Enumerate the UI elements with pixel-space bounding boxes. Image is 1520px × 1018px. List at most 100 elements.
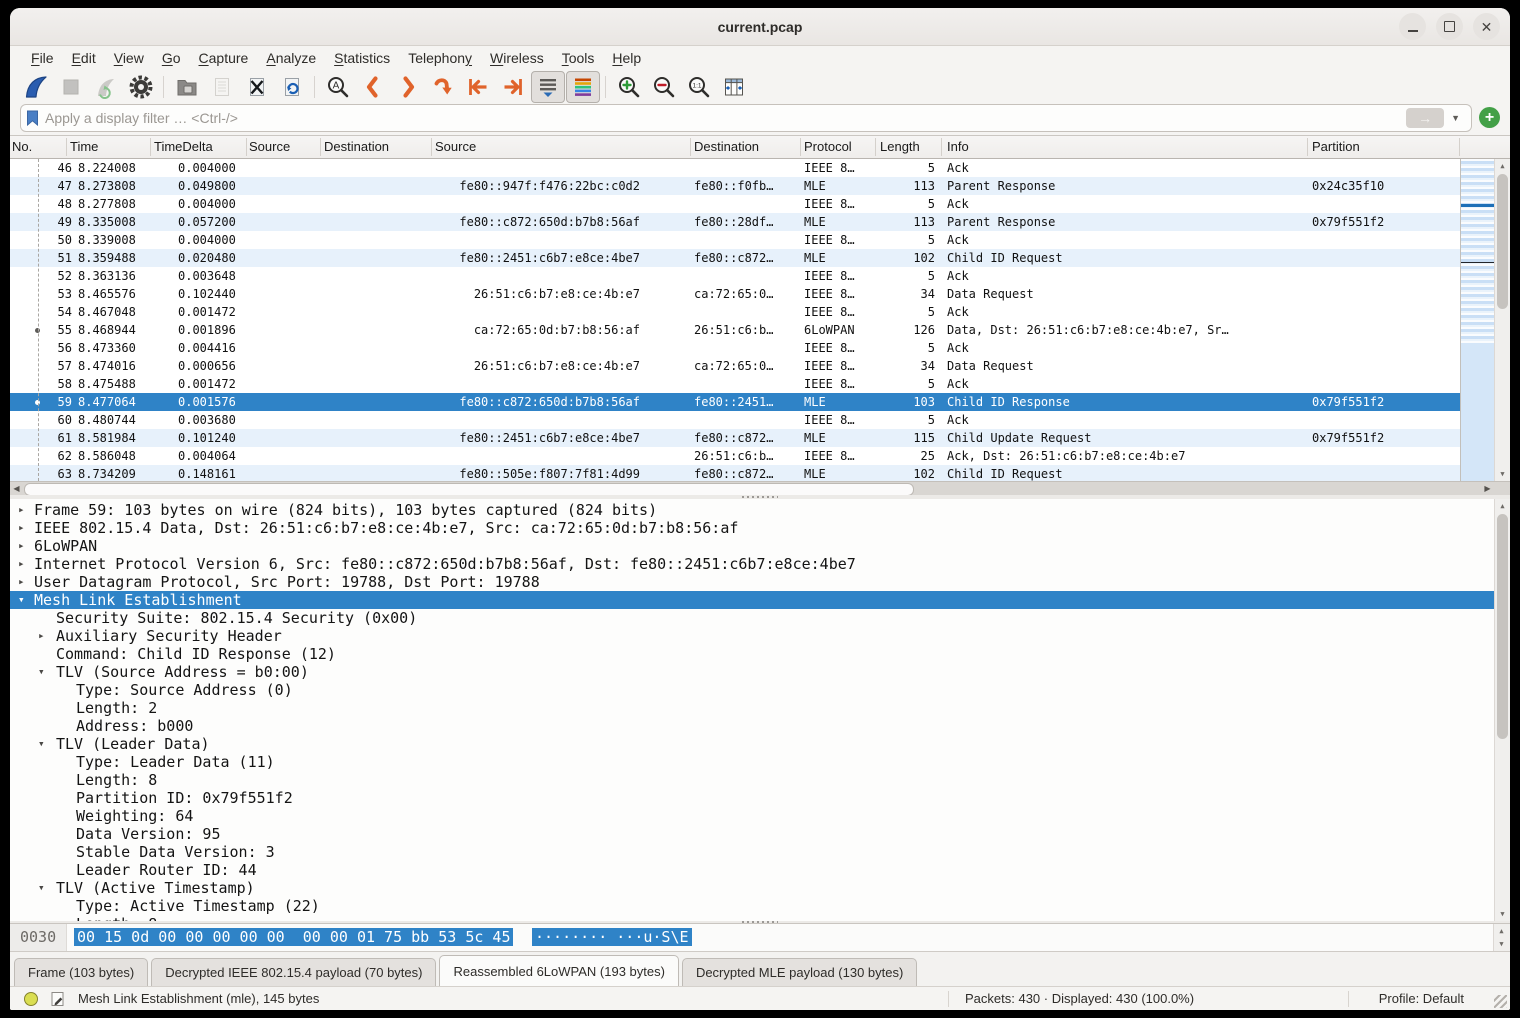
detail-line[interactable]: ▸Internet Protocol Version 6, Src: fe80:… [10, 555, 1494, 573]
menu-tools[interactable]: Tools [553, 48, 604, 68]
find-packet-button[interactable]: A [321, 71, 355, 103]
detail-line[interactable]: ▾TLV (Active Timestamp) [10, 879, 1494, 897]
column-header-timedelta-2[interactable]: TimeDelta [154, 139, 213, 154]
restart-capture-button[interactable] [89, 71, 123, 103]
packet-row-46[interactable]: 468.2240080.004000IEEE 8…5Ack [10, 159, 1460, 177]
expand-icon[interactable]: ▸ [18, 537, 25, 555]
packet-list-vscrollbar[interactable]: ▲ ▼ [1494, 159, 1510, 481]
stop-capture-button[interactable] [54, 71, 88, 103]
scroll-up-icon[interactable]: ▲ [1494, 924, 1509, 938]
resize-columns-button[interactable] [717, 71, 751, 103]
colorize-packets-button[interactable] [566, 71, 600, 103]
column-header-info-9[interactable]: Info [947, 139, 969, 154]
packet-row-60[interactable]: 608.4807440.003680IEEE 8…5Ack [10, 411, 1460, 429]
detail-line[interactable]: Type: Leader Data (11) [10, 753, 1494, 771]
packet-list-hscrollbar[interactable]: ◀ ▶ [10, 481, 1510, 495]
detail-line[interactable]: Command: Child ID Response (12) [10, 645, 1494, 663]
expand-icon[interactable]: ▸ [18, 555, 25, 573]
packet-row-50[interactable]: 508.3390080.004000IEEE 8…5Ack [10, 231, 1460, 249]
minimize-button[interactable] [1399, 13, 1426, 40]
close-file-button[interactable] [240, 71, 274, 103]
detail-line[interactable]: ▸User Datagram Protocol, Src Port: 19788… [10, 573, 1494, 591]
intelligent-scrollbar-minimap[interactable] [1460, 159, 1494, 481]
expand-icon[interactable]: ▸ [18, 501, 25, 519]
bytes-tab-decrypted-ieee-802-15-4-payload-70-bytes[interactable]: Decrypted IEEE 802.15.4 payload (70 byte… [151, 958, 436, 986]
menu-analyze[interactable]: Analyze [257, 48, 325, 68]
packet-row-53[interactable]: 538.4655760.10244026:51:c6:b7:e8:ce:4b:e… [10, 285, 1460, 303]
column-header-length-8[interactable]: Length [880, 139, 920, 154]
detail-line[interactable]: Stable Data Version: 3 [10, 843, 1494, 861]
open-file-button[interactable] [170, 71, 204, 103]
detail-line[interactable]: Partition ID: 0x79f551f2 [10, 789, 1494, 807]
scroll-down-icon[interactable]: ▼ [1495, 467, 1510, 481]
expand-icon[interactable]: ▸ [38, 627, 45, 645]
packet-row-56[interactable]: 568.4733600.004416IEEE 8…5Ack [10, 339, 1460, 357]
packet-row-55[interactable]: 558.4689440.001896ca:72:65:0d:b7:b8:56:a… [10, 321, 1460, 339]
detail-line[interactable]: ▸6LoWPAN [10, 537, 1494, 555]
menu-help[interactable]: Help [603, 48, 650, 68]
column-header-protocol-7[interactable]: Protocol [804, 139, 852, 154]
detail-line[interactable]: Weighting: 64 [10, 807, 1494, 825]
bookmark-icon[interactable] [26, 110, 39, 126]
detail-line[interactable]: Address: b000 [10, 717, 1494, 735]
detail-line[interactable]: ▸Frame 59: 103 bytes on wire (824 bits),… [10, 501, 1494, 519]
resize-grip[interactable] [1494, 995, 1507, 1008]
detail-line[interactable]: Type: Source Address (0) [10, 681, 1494, 699]
column-header-source-5[interactable]: Source [435, 139, 476, 154]
menu-edit[interactable]: Edit [63, 48, 105, 68]
packet-row-57[interactable]: 578.4740160.00065626:51:c6:b7:e8:ce:4b:e… [10, 357, 1460, 375]
detail-line[interactable]: Security Suite: 802.15.4 Security (0x00) [10, 609, 1494, 627]
expert-info-icon[interactable] [24, 992, 38, 1006]
scroll-up-icon[interactable]: ▲ [1495, 499, 1510, 513]
previous-packet-button[interactable] [356, 71, 390, 103]
last-packet-button[interactable] [496, 71, 530, 103]
menu-statistics[interactable]: Statistics [325, 48, 399, 68]
maximize-button[interactable] [1436, 13, 1463, 40]
collapse-icon[interactable]: ▾ [38, 663, 45, 681]
column-header-no-0[interactable]: No. [12, 139, 32, 154]
packet-row-49[interactable]: 498.3350080.057200fe80::c872:650d:b7b8:5… [10, 213, 1460, 231]
zoom-out-button[interactable] [647, 71, 681, 103]
scroll-down-icon[interactable]: ▼ [1495, 907, 1510, 921]
details-vscrollbar[interactable]: ▲ ▼ [1494, 499, 1510, 921]
display-filter-input[interactable]: Apply a display filter … <Ctrl-/> → ▼ [20, 104, 1472, 132]
reload-file-button[interactable] [275, 71, 309, 103]
column-header-destination-4[interactable]: Destination [324, 139, 389, 154]
scroll-right-icon[interactable]: ▶ [1481, 482, 1494, 495]
collapse-icon[interactable]: ▾ [38, 879, 45, 897]
packet-row-54[interactable]: 548.4670480.001472IEEE 8…5Ack [10, 303, 1460, 321]
scroll-up-icon[interactable]: ▲ [1495, 159, 1510, 173]
scrollbar-thumb[interactable] [1497, 174, 1508, 309]
hex-bytes-selected[interactable]: 00 15 0d 00 00 00 00 00 00 00 01 75 bb 5… [74, 928, 513, 946]
menu-go[interactable]: Go [153, 48, 190, 68]
packet-row-51[interactable]: 518.3594880.020480fe80::2451:c6b7:e8ce:4… [10, 249, 1460, 267]
capture-options-button[interactable] [124, 71, 158, 103]
detail-line[interactable]: ▾Mesh Link Establishment [10, 591, 1494, 609]
save-file-button[interactable] [205, 71, 239, 103]
menu-wireless[interactable]: Wireless [481, 48, 553, 68]
column-header-time-1[interactable]: Time [70, 139, 98, 154]
detail-line[interactable]: ▸IEEE 802.15.4 Data, Dst: 26:51:c6:b7:e8… [10, 519, 1494, 537]
bytes-tab-reassembled-6lowpan-193-bytes[interactable]: Reassembled 6LoWPAN (193 bytes) [439, 955, 678, 986]
collapse-icon[interactable]: ▾ [18, 591, 25, 609]
menu-capture[interactable]: Capture [190, 48, 258, 68]
expand-icon[interactable]: ▸ [18, 573, 25, 591]
packet-row-62[interactable]: 628.5860480.00406426:51:c6:b…IEEE 8…25Ac… [10, 447, 1460, 465]
scroll-down-icon[interactable]: ▼ [1494, 937, 1509, 951]
column-header-partition-10[interactable]: Partition [1312, 139, 1360, 154]
first-packet-button[interactable] [461, 71, 495, 103]
packet-row-48[interactable]: 488.2778080.004000IEEE 8…5Ack [10, 195, 1460, 213]
bytes-tab-frame-103-bytes[interactable]: Frame (103 bytes) [14, 958, 148, 986]
packet-row-59[interactable]: 598.4770640.001576fe80::c872:650d:b7b8:5… [10, 393, 1460, 411]
detail-line[interactable]: ▸Auxiliary Security Header [10, 627, 1494, 645]
scroll-left-icon[interactable]: ◀ [10, 482, 23, 495]
zoom-in-button[interactable] [612, 71, 646, 103]
status-profile[interactable]: Profile: Default [1379, 991, 1464, 1006]
detail-line[interactable]: Type: Active Timestamp (22) [10, 897, 1494, 915]
menu-telephony[interactable]: Telephony [399, 48, 481, 68]
menu-view[interactable]: View [105, 48, 153, 68]
close-button[interactable]: ✕ [1473, 13, 1500, 40]
hex-ascii-selected[interactable]: ········ ···u·S\E [532, 928, 692, 946]
column-header-source-3[interactable]: Source [249, 139, 290, 154]
detail-line[interactable]: ▾TLV (Leader Data) [10, 735, 1494, 753]
